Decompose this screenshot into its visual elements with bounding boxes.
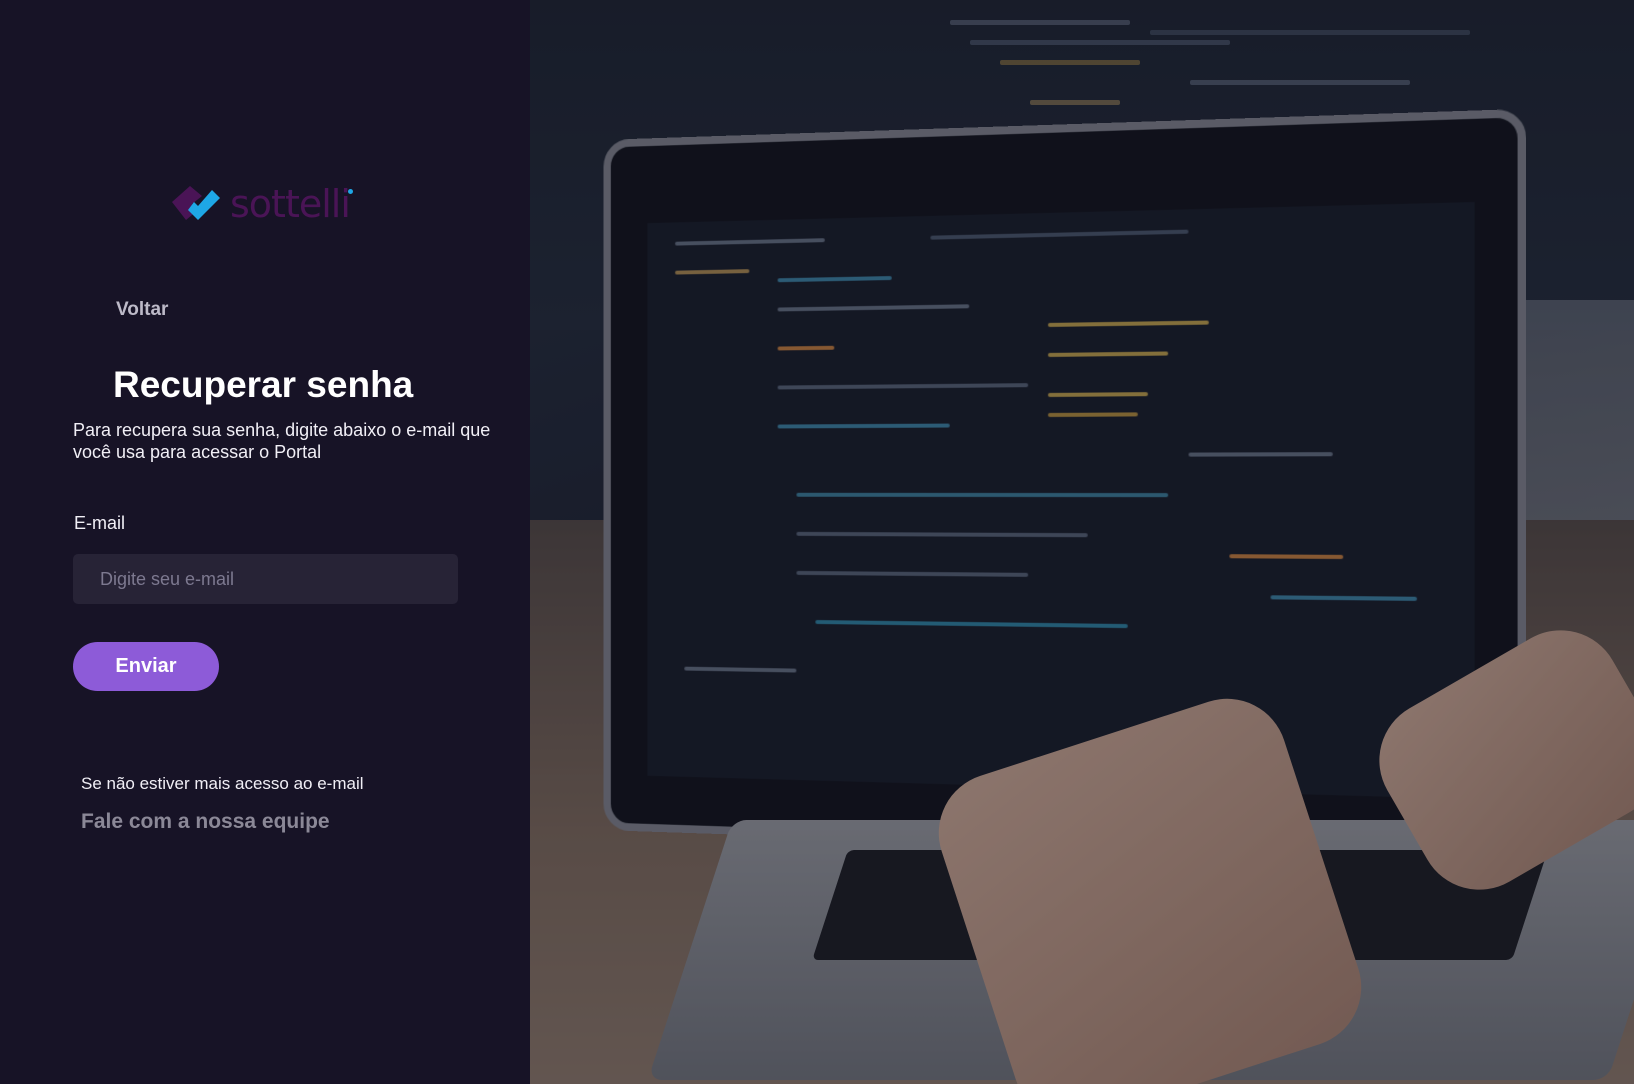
sottelli-mark-icon xyxy=(172,186,220,220)
back-button[interactable]: Voltar xyxy=(116,299,168,321)
hero-image xyxy=(530,0,1634,1084)
form-panel: sottelli Voltar Recuperar senha Para rec… xyxy=(0,0,530,1084)
brand-name: sottelli xyxy=(230,182,351,226)
email-input[interactable] xyxy=(73,554,458,604)
brand-logo: sottelli xyxy=(168,182,353,230)
brand-accent-dot xyxy=(347,189,353,194)
page-description: Para recupera sua senha, digite abaixo o… xyxy=(73,420,491,462)
no-access-text: Se não estiver mais acesso ao e-mail xyxy=(81,774,364,793)
page-title: Recuperar senha xyxy=(113,364,414,405)
email-label: E-mail xyxy=(74,513,126,533)
recover-password-page: sottelli Voltar Recuperar senha Para rec… xyxy=(0,0,1634,1084)
contact-team-link[interactable]: Fale com a nossa equipe xyxy=(81,810,330,834)
image-dim-overlay xyxy=(530,0,1634,1084)
send-button[interactable]: Enviar xyxy=(73,642,219,691)
